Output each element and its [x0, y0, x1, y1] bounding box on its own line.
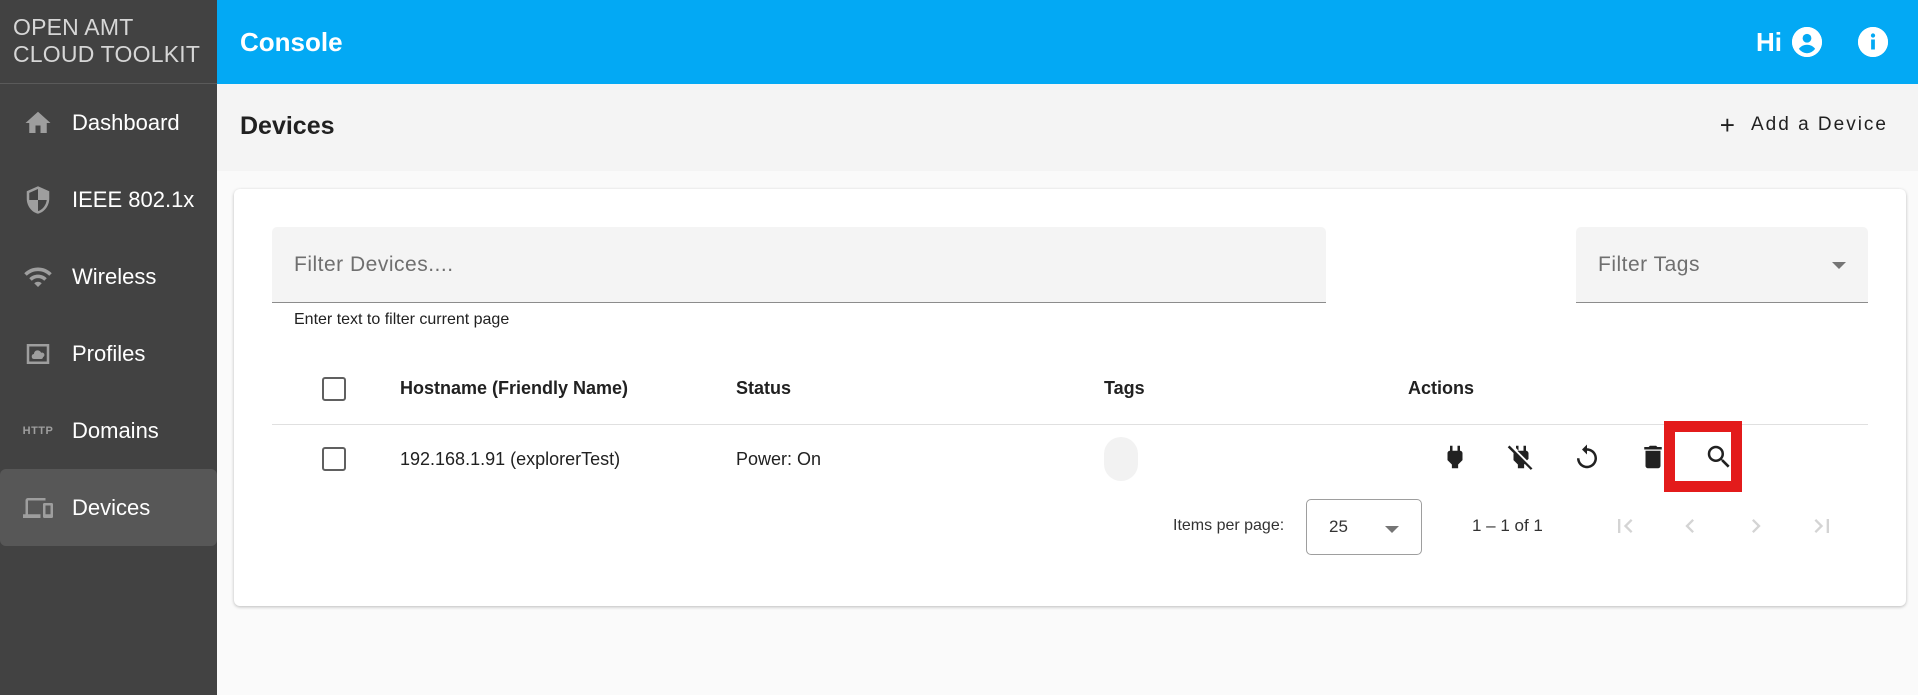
sidebar-item-label: IEEE 802.1x: [72, 186, 195, 212]
next-page-button[interactable]: [1732, 503, 1780, 551]
sidebar-item-label: Domains: [72, 417, 159, 443]
sidebar-item-domains[interactable]: HTTP Domains: [0, 392, 217, 469]
shield-icon: [22, 184, 54, 216]
profile-cloud-icon: [22, 338, 54, 370]
table-row[interactable]: 192.168.1.91 (explorerTest) Power: On: [272, 425, 1868, 493]
chevron-left-icon: [1676, 512, 1704, 543]
column-header-hostname[interactable]: Hostname (Friendly Name): [400, 353, 628, 424]
filter-tags-placeholder: Filter Tags: [1598, 252, 1700, 276]
first-page-button[interactable]: [1601, 503, 1649, 551]
sidebar-item-label: Devices: [72, 494, 151, 520]
filter-tags-select[interactable]: Filter Tags: [1576, 227, 1868, 303]
devices-card: Enter text to filter current page Filter…: [234, 189, 1906, 606]
page-title: Devices: [240, 112, 335, 140]
previous-page-button[interactable]: [1666, 503, 1714, 551]
reset-button[interactable]: [1554, 437, 1620, 481]
row-checkbox[interactable]: [322, 447, 346, 471]
items-per-page-value: 25: [1329, 517, 1348, 536]
column-header-actions: Actions: [1408, 378, 1475, 398]
devices-icon: [22, 492, 54, 524]
account-icon[interactable]: [1792, 27, 1822, 57]
tags-cell: [1104, 425, 1138, 493]
tag-chip-empty: [1104, 437, 1138, 481]
power-off-icon: [1506, 442, 1536, 477]
header-actions: Hi: [1756, 0, 1888, 84]
row-select-cell: [322, 425, 346, 493]
power-off-button[interactable]: [1488, 437, 1554, 481]
http-icon: HTTP: [22, 415, 54, 447]
last-page-icon: [1808, 512, 1836, 543]
sidebar-item-wireless[interactable]: Wireless: [0, 238, 217, 315]
sidebar-nav: Dashboard IEEE 802.1x Wireless Profiles …: [0, 84, 217, 546]
brand-line-2: CLOUD TOOLKIT: [13, 41, 201, 67]
filter-devices-field[interactable]: [272, 227, 1326, 303]
last-page-button[interactable]: [1798, 503, 1846, 551]
add-device-button[interactable]: + Add a Device: [1720, 112, 1888, 138]
page-header: Devices + Add a Device: [217, 84, 1918, 171]
delete-icon: [1638, 442, 1668, 477]
greeting: Hi: [1756, 26, 1782, 57]
paginator: Items per page: 25 1 – 1 of 1: [234, 499, 1906, 555]
http-icon-text: HTTP: [22, 424, 54, 437]
wifi-icon: [22, 261, 54, 293]
app-title: Console: [240, 26, 343, 57]
info-icon[interactable]: [1858, 27, 1888, 57]
hostname-cell[interactable]: 192.168.1.91 (explorerTest): [400, 425, 620, 493]
page-range-label: 1 – 1 of 1: [1472, 516, 1543, 535]
filter-devices-input[interactable]: [272, 227, 1326, 302]
chevron-right-icon: [1742, 512, 1770, 543]
details-search-icon: [1704, 442, 1734, 477]
brand-line-1: OPEN AMT: [13, 14, 134, 40]
sidebar-item-devices[interactable]: Devices: [0, 469, 217, 546]
items-per-page-select[interactable]: 25: [1306, 499, 1422, 555]
column-header-status[interactable]: Status: [736, 353, 791, 424]
status-cell: Power: On: [736, 448, 822, 469]
sidebar-item-dashboard[interactable]: Dashboard: [0, 84, 217, 161]
first-page-icon: [1611, 512, 1639, 543]
sidebar-item-label: Dashboard: [72, 109, 180, 135]
sidebar-item-profiles[interactable]: Profiles: [0, 315, 217, 392]
table-header-row: Hostname (Friendly Name) Status Tags Act…: [272, 353, 1868, 425]
plus-icon: +: [1719, 110, 1737, 140]
filter-hint: Enter text to filter current page: [294, 311, 510, 328]
brand-logo: OPEN AMT CLOUD TOOLKIT: [0, 0, 217, 84]
top-app-bar: Console Hi: [217, 0, 1918, 84]
chevron-down-icon: [1385, 526, 1399, 533]
reset-icon: [1572, 442, 1602, 477]
delete-button[interactable]: [1620, 437, 1686, 481]
chevron-down-icon: [1832, 262, 1846, 269]
home-icon: [22, 107, 54, 139]
select-all-checkbox[interactable]: [322, 376, 346, 401]
add-device-label: Add a Device: [1750, 114, 1888, 135]
details-button[interactable]: [1686, 437, 1752, 481]
sidebar-item-label: Wireless: [72, 263, 157, 289]
sidebar: OPEN AMT CLOUD TOOLKIT Dashboard IEEE 80…: [0, 0, 217, 695]
devices-table: Hostname (Friendly Name) Status Tags Act…: [272, 353, 1868, 493]
power-on-icon: [1440, 442, 1470, 477]
row-actions: [1422, 425, 1752, 493]
select-all-cell: [322, 353, 346, 424]
column-header-tags: Tags: [1104, 378, 1145, 398]
sidebar-item-ieee[interactable]: IEEE 802.1x: [0, 161, 217, 238]
power-on-button[interactable]: [1422, 437, 1488, 481]
items-per-page-label: Items per page:: [1173, 517, 1285, 534]
sidebar-item-label: Profiles: [72, 340, 146, 366]
